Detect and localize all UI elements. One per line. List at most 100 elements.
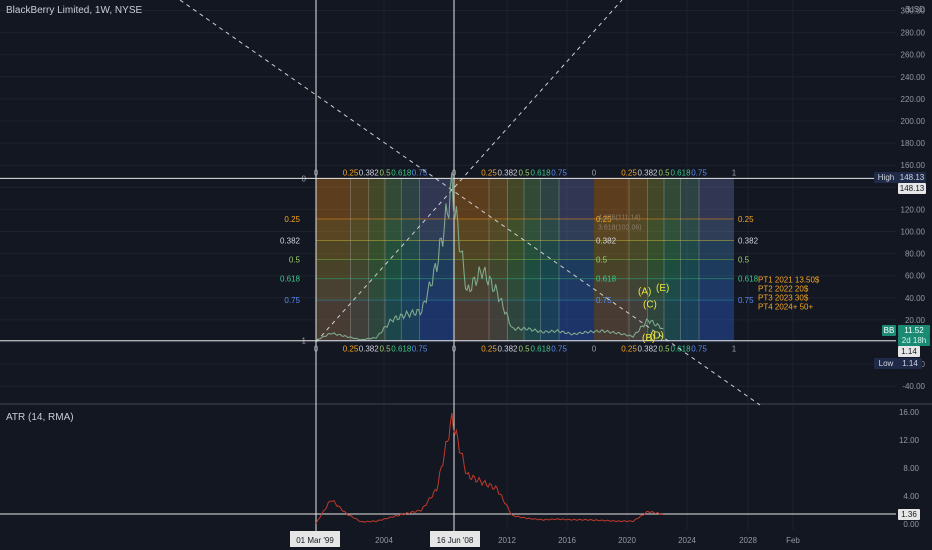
faint-projection-label: 4.236(111.14) bbox=[598, 214, 641, 221]
fib-level-label-left: 0.25 bbox=[284, 215, 300, 224]
fib-time-label-top: 0.5 bbox=[518, 168, 530, 177]
fib-time-label-bottom: 0.25 bbox=[343, 345, 359, 354]
fib-level-label-right: 0.75 bbox=[738, 296, 754, 305]
time-axis-tick: 2024 bbox=[678, 536, 696, 545]
fib-time-label-bottom: 0.75 bbox=[412, 345, 428, 354]
fib-band bbox=[316, 259, 734, 279]
faint-projection-label: 3.618(102.06) bbox=[598, 224, 642, 231]
fib-level-label-right: 0.618 bbox=[738, 275, 759, 284]
fib-time-label-bottom: 0.75 bbox=[551, 345, 567, 354]
price-target-note: PT4 2024+ 50+ bbox=[758, 302, 813, 311]
price-axis-tick: 40.00 bbox=[905, 294, 926, 303]
fib-level-label-left: 0.75 bbox=[284, 296, 300, 305]
fib-level-label-mid: 0.618 bbox=[596, 275, 617, 284]
fib-level-label-mid: 0.5 bbox=[596, 256, 608, 265]
fib-time-label-top: 0.5 bbox=[658, 168, 670, 177]
fib-time-label-top: 0.25 bbox=[481, 168, 497, 177]
low-tag-label: Low bbox=[879, 359, 894, 368]
low-line-value: 1.14 bbox=[901, 347, 917, 356]
wave-label: (C) bbox=[643, 300, 657, 311]
fib-time-label-top: 0.75 bbox=[691, 168, 707, 177]
high-tag-label: High bbox=[878, 173, 894, 182]
price-target-note: PT1 2021 13.50$ bbox=[758, 275, 820, 284]
fib-time-label-bottom: 0.5 bbox=[379, 345, 391, 354]
fib-zero-label: 0 bbox=[592, 345, 597, 354]
fib-level-label-left: 0.618 bbox=[280, 275, 301, 284]
fib-level-label-right: 0.25 bbox=[738, 215, 754, 224]
wave-label: (A) bbox=[638, 286, 651, 297]
price-axis-tick: 260.00 bbox=[901, 51, 926, 60]
fib-level-label-right: 0.382 bbox=[738, 236, 759, 245]
atr-axis-tick: 8.00 bbox=[903, 464, 919, 473]
fib-time-label-bottom: 0.5 bbox=[658, 345, 670, 354]
fib-time-label-top: 0.75 bbox=[412, 168, 428, 177]
fib-time-label-bottom: 0.382 bbox=[497, 345, 518, 354]
wave-label: (E) bbox=[656, 283, 669, 294]
time-axis-tick: 2012 bbox=[498, 536, 516, 545]
price-axis-tick: 220.00 bbox=[901, 95, 926, 104]
fib-zero-label: 0 bbox=[592, 168, 597, 177]
time-axis-tick: 2028 bbox=[739, 536, 757, 545]
price-axis-tick: 160.00 bbox=[901, 161, 926, 170]
symbol-title[interactable]: BlackBerry Limited, 1W, NYSE bbox=[6, 5, 142, 16]
time-axis-tick: 2016 bbox=[558, 536, 576, 545]
fib-level-label-mid: 0.382 bbox=[596, 236, 617, 245]
atr-axis-tick: 4.00 bbox=[903, 492, 919, 501]
fib-band bbox=[316, 240, 734, 260]
time-axis-tick: 2004 bbox=[375, 536, 393, 545]
atr-indicator-title[interactable]: ATR (14, RMA) bbox=[6, 412, 74, 423]
price-axis-tick: 80.00 bbox=[905, 250, 926, 259]
fib-time-label-top: 0.25 bbox=[621, 168, 637, 177]
fib-time-label-bottom: 0.5 bbox=[518, 345, 530, 354]
price-target-note: PT2 2022 20$ bbox=[758, 284, 809, 293]
price-axis-tick: 200.00 bbox=[901, 117, 926, 126]
low-tag-value: 1.14 bbox=[902, 359, 918, 368]
fib-time-label-top: 0.382 bbox=[359, 168, 380, 177]
fib-band bbox=[316, 278, 734, 301]
atr-axis-tick: 0.00 bbox=[903, 520, 919, 529]
fib-time-label-bottom: 0.618 bbox=[531, 345, 552, 354]
price-axis-tick: 20.00 bbox=[905, 316, 926, 325]
high-tag-value: 148.13 bbox=[900, 173, 925, 182]
fib-level-label-left: 0.5 bbox=[289, 256, 301, 265]
fib-time-label-bottom: 0.382 bbox=[637, 345, 658, 354]
time-highlight-left: 01 Mar '99 bbox=[296, 536, 334, 545]
fib-time-label-bottom: 0.75 bbox=[691, 345, 707, 354]
fib-time-label-bottom: 0.618 bbox=[391, 345, 412, 354]
fib-time-label-bottom: 0.382 bbox=[359, 345, 380, 354]
fib-time-label-top: 0.382 bbox=[497, 168, 518, 177]
price-axis-tick: 120.00 bbox=[901, 205, 926, 214]
fib-time-label-top: 0.75 bbox=[551, 168, 567, 177]
chart-canvas[interactable]: 0.25 0.250.250.382 0.3820.3820.5 0.50.50.61… bbox=[0, 0, 932, 550]
price-axis-tick: 240.00 bbox=[901, 73, 926, 82]
fib-time-label-top: 0.618 bbox=[531, 168, 552, 177]
symbol-tag: BB bbox=[884, 326, 895, 335]
time-axis-tick: Feb bbox=[786, 536, 800, 545]
fib-time-label-bottom: 0.25 bbox=[621, 345, 637, 354]
atr-axis-tick: 16.00 bbox=[899, 408, 920, 417]
atr-last-value: 1.36 bbox=[901, 510, 917, 519]
chart-root: 0.25 0.25 0.25 0.382 0.382 0.382 0.5 0.5 0.5 0.61… bbox=[0, 0, 932, 550]
price-axis-tick: 60.00 bbox=[905, 272, 926, 281]
fib-one-label: 1 bbox=[732, 168, 737, 177]
fib-level-label-left: 0.382 bbox=[280, 236, 301, 245]
atr-axis-tick: 12.00 bbox=[899, 436, 920, 445]
fib-band bbox=[316, 178, 734, 219]
fib-level-label-mid: 0.75 bbox=[596, 296, 612, 305]
time-highlight-mid: 16 Jun '08 bbox=[437, 536, 474, 545]
fib-time-label-top: 0.618 bbox=[391, 168, 412, 177]
last-price-value: 11.52 bbox=[904, 326, 924, 335]
fib-one-label: 1 bbox=[732, 345, 737, 354]
fib-level-label-right: 0.5 bbox=[738, 256, 750, 265]
fib-time-label-top: 0.5 bbox=[379, 168, 391, 177]
fib-time-label-bottom: 0.25 bbox=[481, 345, 497, 354]
price-target-note: PT3 2023 30$ bbox=[758, 293, 809, 302]
price-axis-tick: 280.00 bbox=[901, 29, 926, 38]
wave-label: (D) bbox=[650, 331, 664, 342]
currency-label: USD bbox=[908, 5, 925, 14]
price-axis-tick: -40.00 bbox=[902, 382, 925, 391]
fib-time-label-top: 0.618 bbox=[671, 168, 692, 177]
fib-band bbox=[316, 218, 734, 241]
time-axis-tick: 2020 bbox=[618, 536, 636, 545]
fib-time-label-top: 0.25 bbox=[343, 168, 359, 177]
